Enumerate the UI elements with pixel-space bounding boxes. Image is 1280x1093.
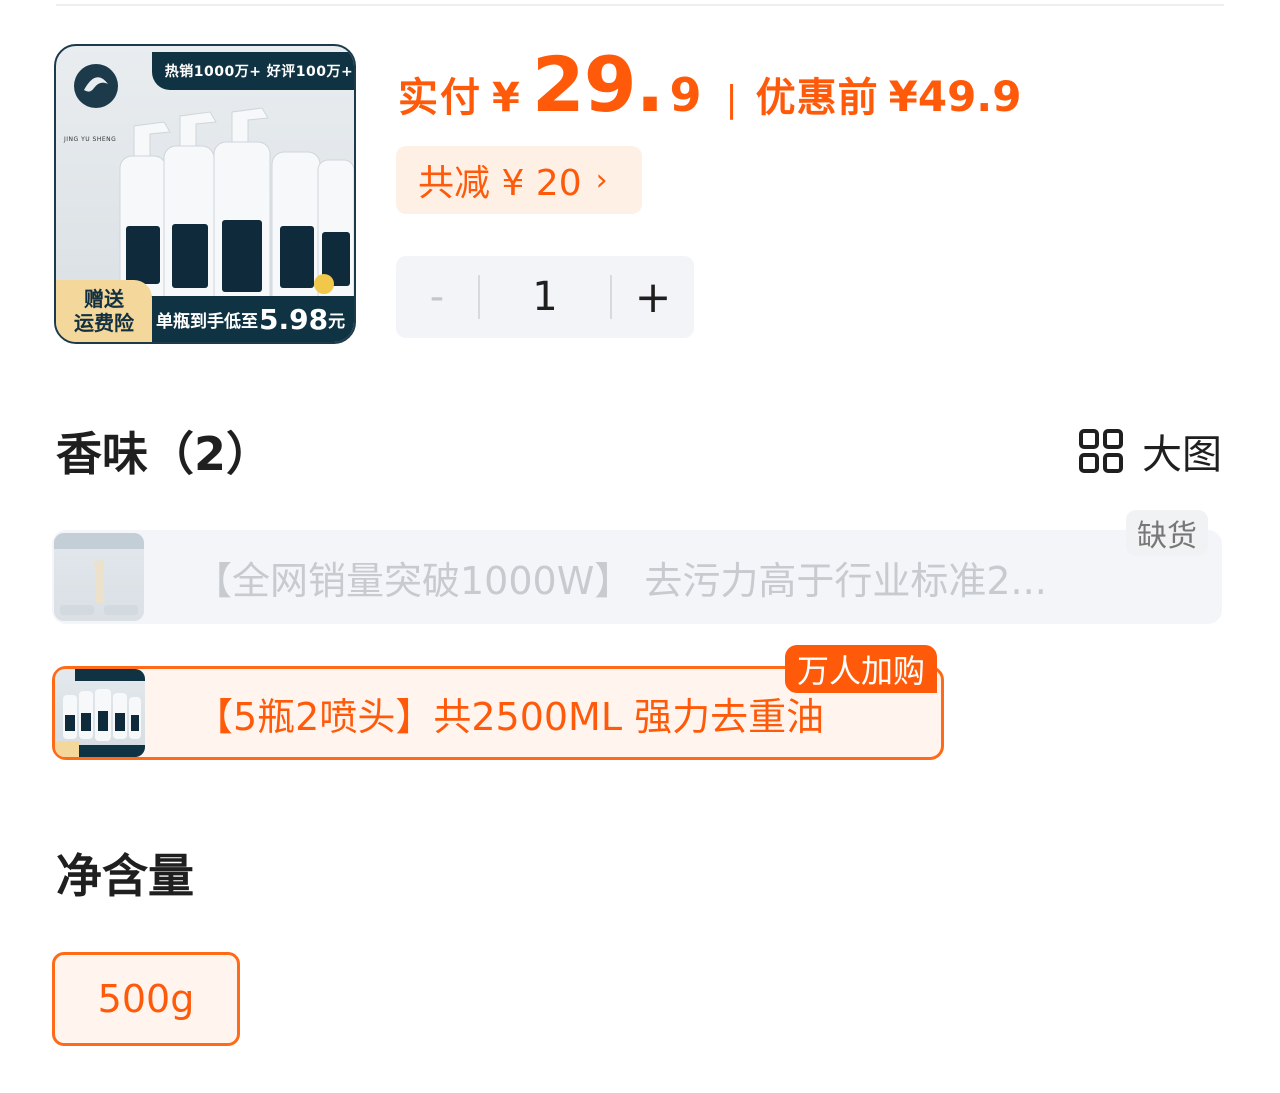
image-price-value: 5.98	[259, 302, 329, 336]
option-label: 【全网销量突破1000W】 去污力高于行业标准2...	[194, 558, 1047, 603]
discount-label: 共减 ¥ 20	[418, 163, 582, 204]
top-divider	[56, 4, 1224, 6]
quantity-stepper[interactable]: - 1 +	[396, 256, 694, 338]
original-price-label: 优惠前	[755, 75, 879, 121]
popular-tag: 万人加购	[784, 645, 937, 693]
discount-details-button[interactable]: 共减 ¥ 20 ›	[396, 146, 642, 214]
option-thumbnail	[55, 669, 145, 757]
image-price-unit: 元	[328, 311, 346, 332]
quantity-value[interactable]: 1	[480, 274, 610, 320]
scent-option-selected[interactable]: 【5瓶2喷头】共2500ML 强力去重油 万人加购	[52, 645, 944, 760]
net-content-section-title: 净含量	[56, 849, 194, 903]
grid-view-icon	[1079, 429, 1123, 473]
price-integer: 29.	[531, 40, 665, 129]
option-label: 【5瓶2喷头】共2500ML 强力去重油	[195, 694, 825, 739]
product-image[interactable]: JING YU SHENG 热销1000万+ 好评100万+ 单瓶到手低至 5.…	[54, 44, 356, 344]
option-thumbnail-illustration	[55, 669, 145, 757]
image-price-strip: 单瓶到手低至 5.98 元	[148, 296, 354, 342]
original-price-value: ¥49.9	[888, 72, 1022, 121]
scent-section-title: 香味（2）	[56, 427, 273, 481]
price-label: 实付	[398, 75, 482, 121]
price-decimal: 9	[669, 68, 702, 122]
out-of-stock-tag: 缺货	[1126, 510, 1208, 556]
option-thumbnail	[54, 533, 144, 621]
chevron-right-icon: ›	[595, 162, 608, 198]
brand-logo-text: JING YU SHENG	[64, 136, 117, 143]
price-currency: ¥	[492, 75, 520, 121]
shipping-insurance-badge: 赠送 运费险	[56, 280, 152, 342]
image-banner: 热销1000万+ 好评100万+	[152, 52, 354, 90]
option-thumbnail-illustration	[54, 533, 144, 615]
image-price-prefix: 单瓶到手低至	[156, 311, 258, 332]
decrement-button[interactable]: -	[396, 274, 478, 320]
scent-option-out-of-stock[interactable]: 【全网销量突破1000W】 去污力高于行业标准2... 缺货	[52, 510, 1222, 624]
badge-line-1: 赠送	[84, 287, 124, 311]
price-separator: |	[725, 79, 738, 120]
size-option-500g[interactable]: 500g	[52, 952, 240, 1046]
price-row: 实付 ¥ 29. 9 | 优惠前 ¥49.9	[398, 40, 1022, 140]
big-image-view-toggle[interactable]: 大图	[1078, 422, 1222, 480]
big-view-label: 大图	[1142, 432, 1222, 478]
increment-button[interactable]: +	[612, 272, 694, 323]
badge-line-2: 运费险	[74, 311, 134, 335]
